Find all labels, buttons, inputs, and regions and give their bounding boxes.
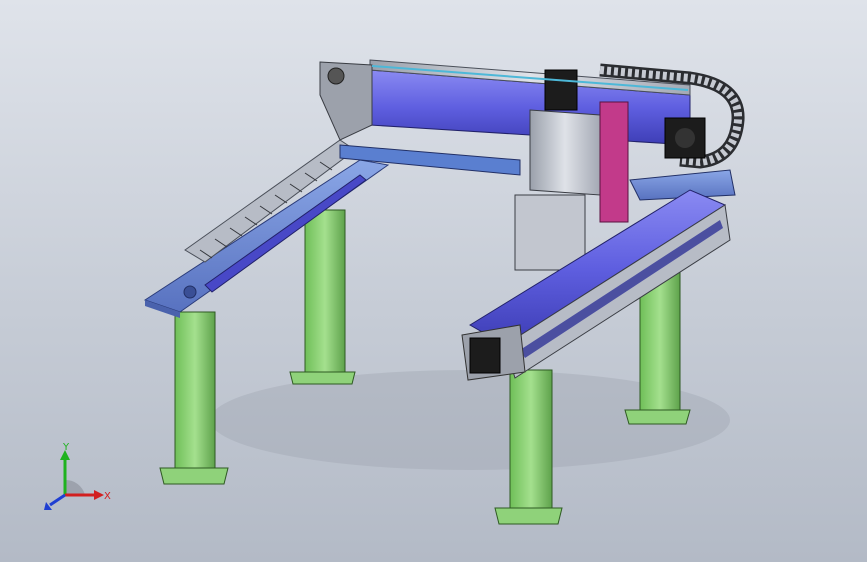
x-axis-motor[interactable] <box>664 117 706 159</box>
z-axis-motor[interactable] <box>544 69 578 111</box>
triad-quadrant-icon <box>65 479 85 495</box>
magenta-slide[interactable] <box>599 101 629 223</box>
cad-viewport[interactable]: Y X <box>0 0 867 562</box>
axis-triad: Y X <box>44 442 111 510</box>
y-axis-label: Y <box>62 442 70 453</box>
gantry-model[interactable] <box>0 0 867 562</box>
x-beam-end-cap[interactable] <box>319 61 373 141</box>
y-axis-motor[interactable] <box>461 324 526 381</box>
leg-front-left[interactable] <box>159 311 229 485</box>
x-axis-label: X <box>104 491 111 502</box>
leg-back-left[interactable] <box>289 209 356 385</box>
z-axis-arrow-icon <box>49 493 66 507</box>
